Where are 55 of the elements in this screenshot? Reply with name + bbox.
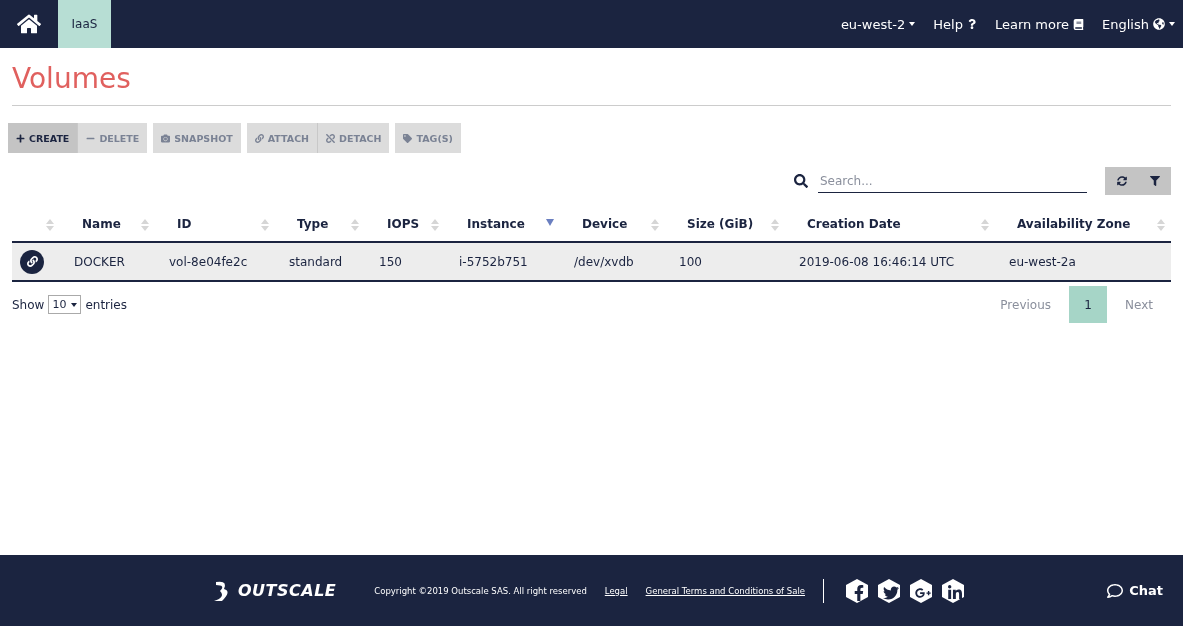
plus-icon <box>16 133 25 143</box>
globe-icon <box>1153 18 1165 30</box>
nav-link[interactable]: English <box>1102 16 1175 32</box>
table-cell: 150 <box>365 242 445 281</box>
entries-label: entries <box>85 297 127 312</box>
help-icon <box>966 19 977 29</box>
google-plus-icon[interactable] <box>910 578 932 603</box>
table-cell: standard <box>275 242 365 281</box>
refresh-icon <box>1116 176 1127 186</box>
camera-icon <box>161 133 171 143</box>
footer-link[interactable]: General Terms and Conditions of Sale <box>645 585 805 596</box>
twitter-icon[interactable] <box>878 578 900 603</box>
nav-tab[interactable]: IaaS <box>58 0 111 48</box>
search-icon <box>794 174 808 188</box>
chat-icon <box>1107 582 1124 599</box>
filter-icon <box>1149 176 1160 186</box>
page-size-select[interactable]: 10 <box>48 295 82 314</box>
column-header[interactable]: Size (GiB) <box>687 217 754 231</box>
nav-link[interactable]: Help <box>933 16 977 32</box>
nav-link[interactable]: eu-west-2 <box>840 16 916 32</box>
page-title: Volumes <box>12 62 132 95</box>
column-header[interactable]: ID <box>177 217 192 231</box>
table-cell: 100 <box>665 242 785 281</box>
footer-link[interactable]: Legal <box>604 585 628 596</box>
table-cell: eu-west-2a <box>995 242 1171 281</box>
chat-button[interactable]: Chat <box>1107 582 1163 599</box>
toolbar-button[interactable]: CREATE <box>8 123 79 153</box>
tag-icon <box>403 133 413 143</box>
caret-icon <box>1169 22 1175 26</box>
copyright-text: Copyright ©2019 Outscale SAS. All right reserved <box>374 585 587 596</box>
caret-icon <box>909 22 916 26</box>
nav-link[interactable]: Learn more <box>994 16 1085 32</box>
column-header[interactable]: Availability Zone <box>1017 217 1131 231</box>
column-header[interactable]: Device <box>582 217 628 231</box>
sort-desc-icon[interactable] <box>546 219 554 226</box>
linkedin-icon[interactable] <box>942 578 964 603</box>
table-cell: DOCKER <box>60 242 155 281</box>
table-cell: vol-8e04fe2c <box>155 242 275 281</box>
link-icon[interactable] <box>20 249 44 274</box>
table-cell: 2019-06-08 16:46:14 UTC <box>785 242 995 281</box>
table-cell: i-5752b751 <box>445 242 560 281</box>
column-header[interactable]: Name <box>82 217 121 231</box>
column-header[interactable]: Creation Date <box>807 217 901 231</box>
column-header[interactable]: IOPS <box>387 217 420 231</box>
unlink-icon <box>326 133 336 143</box>
column-header[interactable]: Instance <box>467 217 525 231</box>
table-cell: /dev/xvdb <box>560 242 665 281</box>
link-icon <box>254 133 264 143</box>
logo-text: OUTSCALE <box>238 581 337 600</box>
book-icon <box>1073 18 1085 30</box>
column-header[interactable]: Type <box>297 217 329 231</box>
facebook-icon[interactable] <box>846 578 868 603</box>
home-icon <box>17 12 41 36</box>
show-label: Show <box>12 297 45 312</box>
page-link[interactable]: 1 <box>1069 286 1108 323</box>
